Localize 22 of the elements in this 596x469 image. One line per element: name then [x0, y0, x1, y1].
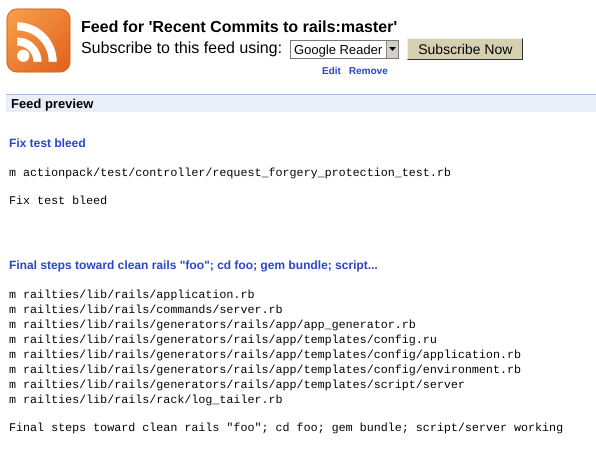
changed-file-line: m railties/lib/rails/generators/rails/app/app_generator.rb [9, 318, 416, 333]
rss-feed-icon [6, 8, 71, 73]
action-link[interactable]: Remove [348, 66, 388, 77]
subscribe-label: Subscribe to this feed using: [81, 40, 282, 58]
changed-file-line: m railties/lib/rails/generators/rails/app/templates/config.ru [9, 333, 437, 348]
changed-file-line: m railties/lib/rails/application.rb [9, 288, 254, 303]
item-title-link[interactable]: Final steps toward clean rails "foo"; cd foo; gem bundle; script... [9, 258, 378, 272]
reader-dropdown[interactable]: Google Reader [290, 40, 400, 58]
commit-message: Final steps toward clean rails "foo"; cd foo; gem bundle; script/server working [9, 421, 564, 436]
commit-message: Fix test bleed [9, 194, 108, 209]
item-title-link[interactable]: Fix test bleed [9, 136, 86, 150]
changed-file-line: m actionpack/test/controller/request_forgery_protection_test.rb [9, 166, 451, 181]
feed-title: Feed for 'Recent Commits to rails:master' [81, 19, 398, 37]
changed-file-line: m railties/lib/rails/generators/rails/app/templates/config/application.rb [9, 348, 521, 363]
changed-file-line: m railties/lib/rails/rack/log_tailer.rb [9, 393, 283, 408]
dropdown-arrow-icon [389, 47, 396, 51]
action-link[interactable]: Edit [322, 66, 341, 77]
changed-file-line: m railties/lib/rails/commands/server.rb [9, 303, 283, 318]
preview-header: Feed preview [6, 94, 596, 112]
subscribe-button[interactable]: Subscribe Now [407, 38, 524, 60]
changed-file-line: m railties/lib/rails/generators/rails/app/templates/script/server [9, 378, 465, 393]
changed-file-line: m railties/lib/rails/generators/rails/app/templates/config/environment.rb [9, 363, 521, 378]
